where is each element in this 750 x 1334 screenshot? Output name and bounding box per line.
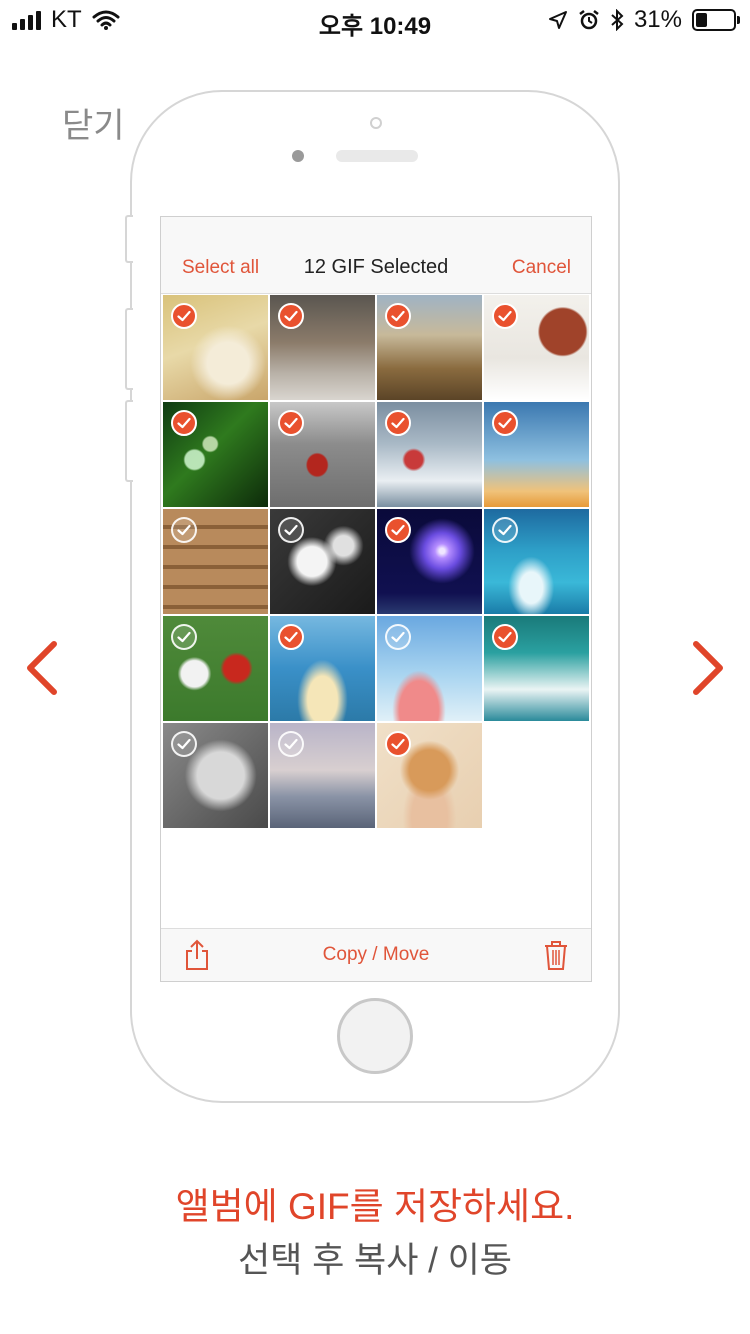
caption-subtitle: 선택 후 복사 / 이동 [237,1241,513,1280]
checkmark-unselected-icon[interactable] [171,731,197,757]
gif-thumbnail-cat-on-stairs[interactable] [163,509,268,614]
checkmark-unselected-icon[interactable] [171,624,197,650]
phone-front-camera [292,150,304,162]
gif-thumbnail-hot-air-balloon[interactable] [484,295,589,400]
next-arrow-icon[interactable] [692,640,726,696]
alarm-icon [579,10,599,30]
checkmark-selected-icon[interactable] [492,624,518,650]
gif-thumbnail-silhouette-jump[interactable] [484,402,589,507]
checkmark-unselected-icon[interactable] [278,731,304,757]
checkmark-selected-icon[interactable] [171,303,197,329]
bottom-toolbar: Copy / Move [161,928,591,981]
previous-arrow-icon[interactable] [24,640,58,696]
checkmark-selected-icon[interactable] [278,303,304,329]
gif-thumbnail-mustache-man[interactable] [163,723,268,828]
checkmark-selected-icon[interactable] [385,731,411,757]
battery-icon [692,9,740,31]
checkmark-unselected-icon[interactable] [278,517,304,543]
phone-screen: Select all 12 GIF Selected Cancel Copy /… [160,216,592,982]
gif-thumbnail-desert-biker[interactable] [377,295,482,400]
checkmark-unselected-icon[interactable] [385,624,411,650]
phone-home-button [337,998,413,1074]
checkmark-selected-icon[interactable] [492,303,518,329]
gif-thumbnail-wakeboarder[interactable] [270,616,375,721]
close-button[interactable]: 닫기 [62,98,125,147]
phone-volume-up [125,308,133,390]
gif-thumbnail-soccer-players[interactable] [163,616,268,721]
phone-speaker [336,150,418,162]
gif-thumbnail-wave-surfer[interactable] [484,616,589,721]
checkmark-selected-icon[interactable] [171,410,197,436]
copy-move-button[interactable]: Copy / Move [161,944,591,966]
gif-thumbnail-party-cat[interactable] [163,295,268,400]
gif-thumbnail-red-tram[interactable] [270,402,375,507]
status-bar: KT 오후 10:49 31% [0,0,750,40]
checkmark-selected-icon[interactable] [492,410,518,436]
phone-volume-down [125,400,133,482]
phone-mute-switch [125,215,133,263]
checkmark-selected-icon[interactable] [278,410,304,436]
battery-percent: 31% [633,6,682,33]
caption-title: 앨범에 GIF를 저장하세요. [175,1186,575,1227]
gif-thumbnail-frame-tablets-man[interactable] [377,616,482,721]
checkmark-selected-icon[interactable] [385,410,411,436]
location-arrow-icon [548,11,567,29]
checkmark-selected-icon[interactable] [385,303,411,329]
gif-thumbnail-white-feathers[interactable] [270,509,375,614]
trash-icon[interactable] [543,939,569,971]
bluetooth-icon [611,9,624,31]
cancel-button[interactable]: Cancel [512,257,571,279]
gif-thumbnail-beach-jumper[interactable] [270,723,375,828]
gif-thumbnail-kitten-in-hand[interactable] [377,723,482,828]
nav-bar: Select all 12 GIF Selected Cancel [161,217,591,294]
phone-sensor [370,117,382,129]
gif-thumbnail-windsurfer[interactable] [377,402,482,507]
gif-thumbnail-fireworks[interactable] [377,509,482,614]
checkmark-unselected-icon[interactable] [171,517,197,543]
checkmark-selected-icon[interactable] [278,624,304,650]
gif-thumbnail-ocean-dive[interactable] [484,509,589,614]
gif-grid [163,295,591,828]
checkmark-unselected-icon[interactable] [492,517,518,543]
gif-thumbnail-clock-tower-street[interactable] [270,295,375,400]
gif-thumbnail-soap-bubbles[interactable] [163,402,268,507]
checkmark-selected-icon[interactable] [385,517,411,543]
